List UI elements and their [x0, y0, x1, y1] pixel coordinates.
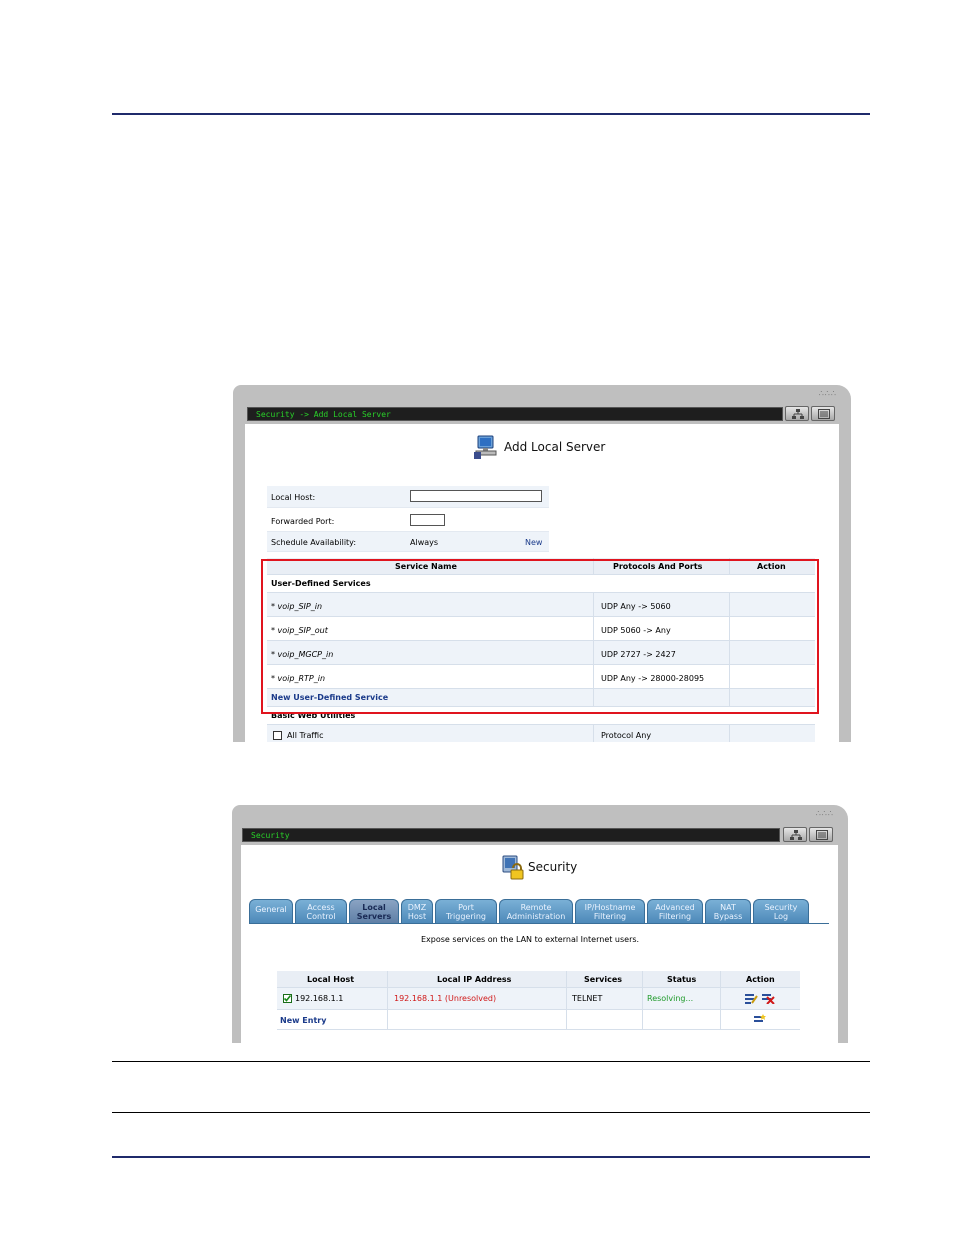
- tab-ip-hostname-filtering[interactable]: IP/Hostname Filtering: [575, 899, 645, 923]
- schedule-new-link[interactable]: New: [525, 538, 542, 547]
- tab-remote-administration[interactable]: Remote Administration: [499, 899, 573, 923]
- add-local-server-window: ∴∴∴ Security -> Add Local Server Add Loc…: [233, 385, 851, 742]
- header-local-ip: Local IP Address: [437, 975, 512, 984]
- highlight-box: [261, 559, 819, 714]
- forwarded-port-input[interactable]: [410, 514, 445, 526]
- delete-icon[interactable]: [761, 992, 775, 1004]
- header-action: Action: [746, 975, 775, 984]
- service-proto: Protocol Any: [601, 731, 652, 740]
- breadcrumb: Security: [251, 831, 290, 840]
- window-titlebar: Security: [242, 828, 780, 842]
- page-title: Security: [528, 860, 578, 874]
- header-local-host: Local Host: [307, 975, 355, 984]
- menu-button[interactable]: [809, 827, 833, 842]
- new-entry-row: New Entry: [277, 1010, 800, 1030]
- window-titlebar: Security -> Add Local Server: [247, 407, 783, 421]
- list-icon: [816, 830, 828, 840]
- table-row[interactable]: 192.168.1.1 192.168.1.1 (Unresolved) TEL…: [277, 988, 800, 1010]
- section-rule-bottom: [112, 1112, 870, 1113]
- page-title: Add Local Server: [504, 440, 606, 454]
- window-grip[interactable]: ∴∴∴: [819, 389, 837, 398]
- footer-rule: [112, 1156, 870, 1158]
- local-servers-table: Local Host Local IP Address Services Sta…: [277, 971, 800, 1031]
- server-form: Local Host: Forwarded Port: Schedule Ava…: [267, 486, 549, 552]
- local-host-input[interactable]: [410, 490, 542, 502]
- window-content: Security General Access Control Local Se…: [241, 845, 838, 1043]
- menu-button[interactable]: [811, 406, 835, 421]
- header-services: Services: [584, 975, 623, 984]
- tab-port-triggering[interactable]: Port Triggering: [435, 899, 497, 923]
- checkmark-icon: [283, 995, 292, 1002]
- table-header-row: Local Host Local IP Address Services Sta…: [277, 971, 800, 988]
- tab-bar: General Access Control Local Servers DMZ…: [249, 899, 829, 924]
- header-status: Status: [667, 975, 697, 984]
- schedule-label: Schedule Availability:: [271, 538, 357, 547]
- sitemap-icon: [792, 409, 804, 419]
- list-icon: [818, 409, 830, 419]
- tab-nat-bypass[interactable]: NAT Bypass: [705, 899, 751, 923]
- window-content: Add Local Server Local Host: Forwarded P…: [245, 424, 839, 742]
- tab-dmz-host[interactable]: DMZ Host: [401, 899, 433, 923]
- tab-security-log[interactable]: Security Log: [753, 899, 809, 923]
- forwarded-port-label: Forwarded Port:: [271, 517, 335, 526]
- security-window: ∴∴∴ Security Security General Access Con…: [232, 805, 848, 1043]
- local-host-value: 192.168.1.1: [295, 994, 344, 1003]
- tab-access-control[interactable]: Access Control: [295, 899, 347, 923]
- new-entry-link[interactable]: New Entry: [280, 1016, 326, 1025]
- add-icon[interactable]: [753, 1013, 767, 1025]
- tab-general[interactable]: General: [249, 899, 293, 923]
- enabled-checkbox[interactable]: [283, 994, 292, 1003]
- security-lock-icon: [502, 855, 524, 880]
- local-host-label: Local Host:: [271, 493, 316, 502]
- edit-icon[interactable]: [744, 992, 758, 1004]
- schedule-value: Always: [410, 538, 439, 547]
- tab-advanced-filtering[interactable]: Advanced Filtering: [647, 899, 703, 923]
- computer-server-icon: [474, 435, 497, 459]
- sitemap-icon: [790, 830, 802, 840]
- table-row[interactable]: All Traffic Protocol Any: [267, 725, 815, 742]
- forwarded-port-row: Forwarded Port:: [267, 510, 549, 532]
- schedule-row: Schedule Availability: Always New: [267, 532, 549, 552]
- header-rule: [112, 113, 870, 115]
- status-value: Resolving...: [647, 994, 694, 1003]
- window-grip[interactable]: ∴∴∴: [816, 809, 834, 818]
- page-description: Expose services on the LAN to external I…: [421, 935, 640, 944]
- local-host-row: Local Host:: [267, 486, 549, 508]
- breadcrumb: Security -> Add Local Server: [256, 410, 391, 419]
- local-ip-value: 192.168.1.1 (Unresolved): [394, 994, 497, 1003]
- sitemap-button[interactable]: [785, 406, 809, 421]
- service-name: All Traffic: [287, 731, 324, 740]
- checkbox[interactable]: [273, 731, 282, 740]
- services-value: TELNET: [572, 994, 603, 1003]
- sitemap-button[interactable]: [783, 827, 807, 842]
- tab-local-servers[interactable]: Local Servers: [349, 899, 399, 923]
- section-rule-top: [112, 1061, 870, 1062]
